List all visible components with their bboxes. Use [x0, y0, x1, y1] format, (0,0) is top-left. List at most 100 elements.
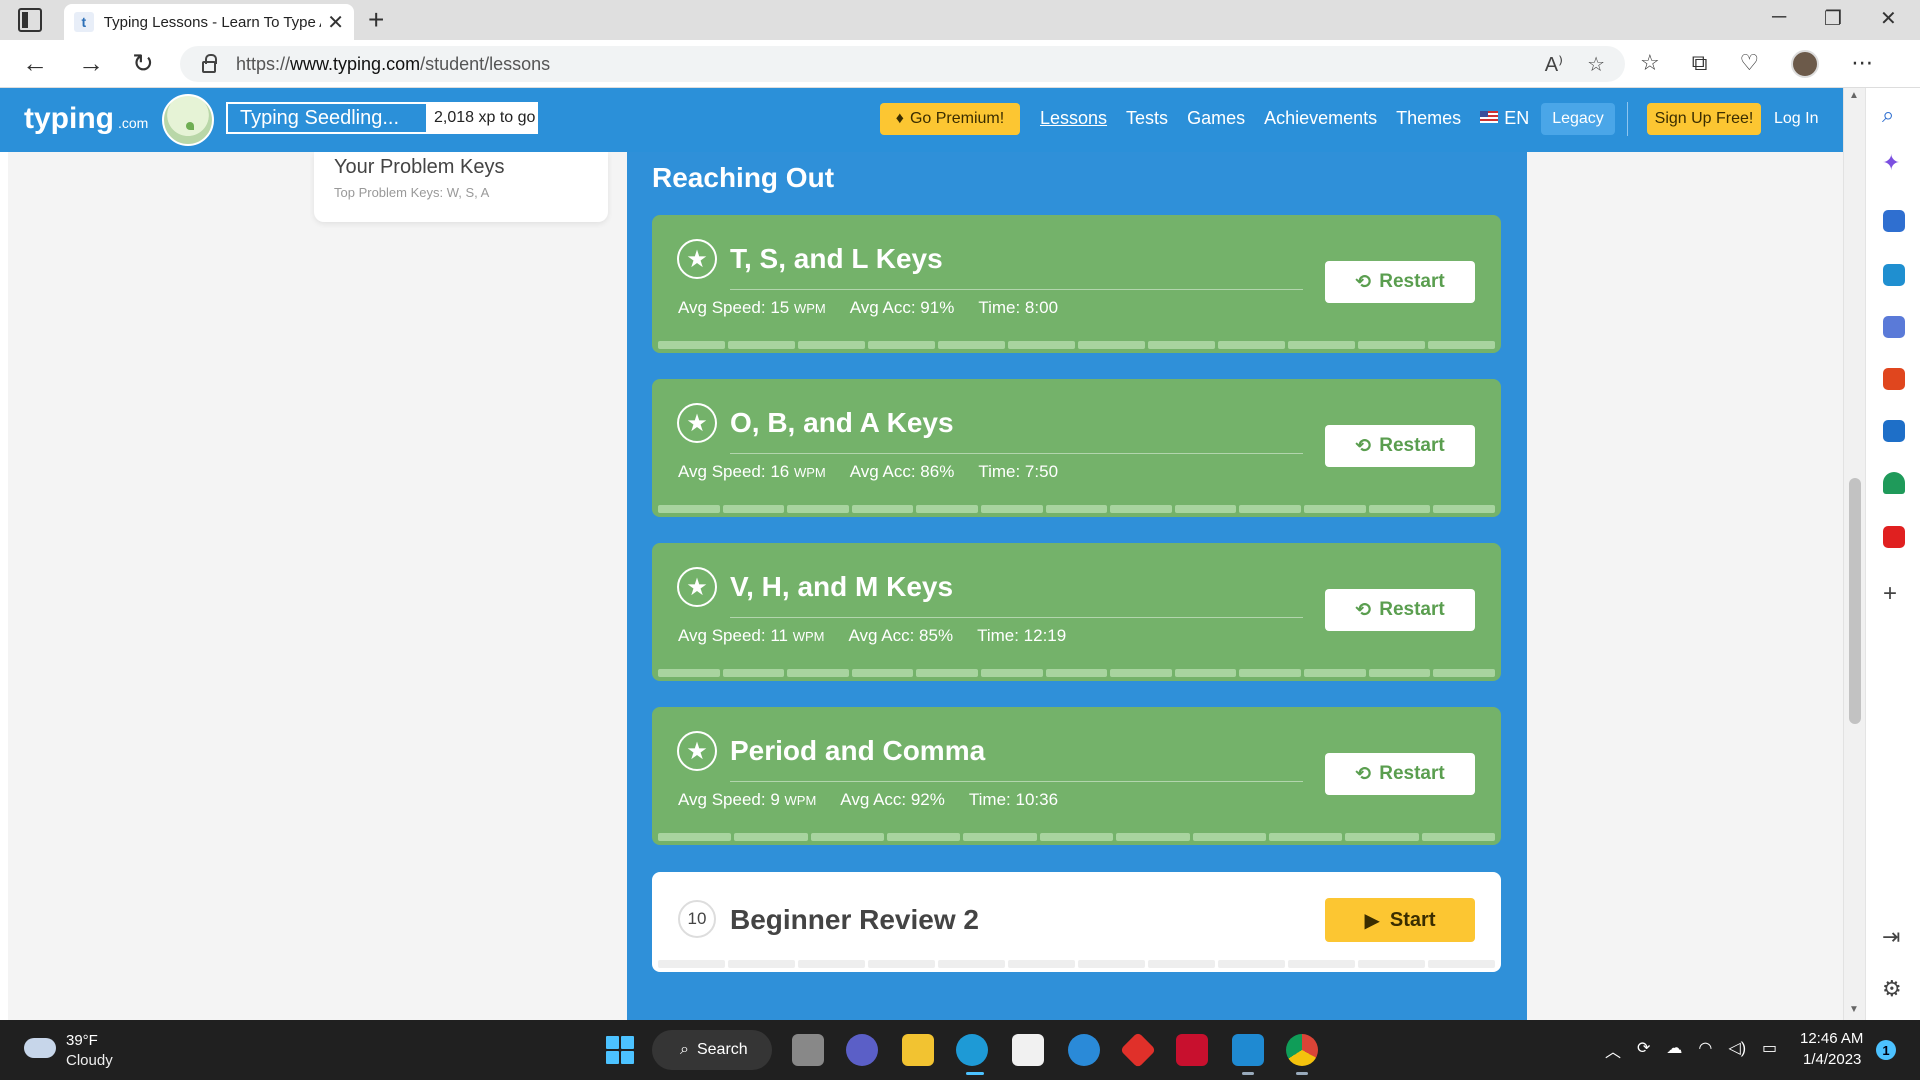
help-icon[interactable]	[1068, 1034, 1100, 1066]
lesson-time: Time: 8:00	[978, 298, 1059, 317]
shopping-icon[interactable]	[1883, 210, 1905, 232]
star-icon: ★	[677, 731, 717, 771]
scroll-thumb[interactable]	[1849, 478, 1861, 724]
task-view-icon[interactable]	[792, 1034, 824, 1066]
office-icon[interactable]	[1883, 368, 1905, 390]
avg-speed: Avg Speed: 15 WPM	[678, 298, 826, 317]
mcafee-icon[interactable]	[1176, 1034, 1208, 1066]
notification-badge[interactable]: 1	[1876, 1040, 1896, 1060]
start-button[interactable]: ▶ Start	[1325, 898, 1475, 942]
sign-up-button[interactable]: Sign Up Free!	[1647, 103, 1761, 135]
nav-language[interactable]: EN	[1480, 108, 1529, 129]
games-icon[interactable]	[1883, 316, 1905, 338]
wifi-icon[interactable]: ◠	[1698, 1038, 1712, 1062]
problem-keys-card[interactable]: Your Problem Keys Top Problem Keys: W, S…	[314, 152, 608, 222]
back-icon[interactable]: ←	[22, 48, 48, 78]
cloud-icon[interactable]	[24, 1038, 56, 1058]
profile-avatar[interactable]	[1791, 50, 1820, 78]
search-icon[interactable]: ⌕	[1882, 102, 1894, 128]
lesson-title: Period and Comma	[730, 735, 986, 766]
typing-logo[interactable]: typing .com	[24, 102, 148, 136]
level-progress[interactable]: Typing Seedling... 2,018 xp to go	[226, 102, 538, 134]
weather-desc[interactable]: Cloudy	[66, 1052, 113, 1069]
browser-tab-bar: t Typing Lessons - Learn To Type A ✕ + ─…	[0, 0, 1920, 40]
nav-achievements[interactable]: Achievements	[1264, 108, 1377, 129]
settings-icon[interactable]: ⚙	[1882, 976, 1902, 1002]
lesson-progress-bar	[658, 505, 1495, 513]
windows-start-icon[interactable]	[606, 1036, 634, 1064]
clock-date[interactable]: 1/4/2023	[1803, 1051, 1861, 1068]
add-favorite-icon[interactable]: ☆	[1587, 52, 1605, 77]
lesson-card[interactable]: ★ O, B, and A Keys Avg Speed: 16 WPM Avg…	[652, 379, 1501, 517]
volume-icon[interactable]: ◁)	[1728, 1038, 1746, 1062]
legacy-button[interactable]: Legacy	[1541, 103, 1615, 135]
lesson-card[interactable]: ★ Period and Comma Avg Speed: 9 WPM Avg …	[652, 707, 1501, 845]
drop-icon[interactable]	[1883, 472, 1905, 494]
clock-time[interactable]: 12:46 AM	[1800, 1030, 1863, 1047]
refresh-icon[interactable]: ↻	[132, 48, 154, 78]
weather-temp[interactable]: 39°F	[66, 1032, 98, 1049]
tab-actions-icon[interactable]	[18, 8, 42, 32]
avg-acc: Avg Acc: 91%	[849, 298, 955, 317]
restart-button[interactable]: ⟲ Restart	[1325, 589, 1475, 631]
nav-tests[interactable]: Tests	[1126, 108, 1168, 129]
nav-lessons[interactable]: Lessons	[1040, 108, 1107, 129]
page-scrollbar[interactable]: ▲ ▼	[1843, 88, 1865, 1020]
edge-icon[interactable]	[956, 1034, 988, 1066]
review-card[interactable]: 10 Beginner Review 2 ▶ Start	[652, 872, 1501, 972]
lesson-card[interactable]: ★ T, S, and L Keys Avg Speed: 15 WPM Avg…	[652, 215, 1501, 353]
chat-icon[interactable]	[846, 1034, 878, 1066]
youtube-icon[interactable]	[1883, 526, 1905, 548]
lesson-card[interactable]: ★ V, H, and M Keys Avg Speed: 11 WPM Avg…	[652, 543, 1501, 681]
battery-icon[interactable]: ▭	[1762, 1038, 1777, 1062]
browser-essentials-icon[interactable]: ♡	[1739, 50, 1759, 78]
new-tab-icon[interactable]: +	[368, 4, 384, 36]
lesson-divider	[730, 453, 1303, 454]
seedling-avatar[interactable]	[162, 94, 214, 146]
outlook-icon[interactable]	[1883, 420, 1905, 442]
star-icon: ★	[677, 239, 717, 279]
site-nav: Lessons Tests Games Achievements Themes …	[1040, 108, 1529, 129]
restart-button[interactable]: ⟲ Restart	[1325, 261, 1475, 303]
chevron-up-icon[interactable]: ︿	[1605, 1038, 1621, 1062]
scroll-up-icon[interactable]: ▲	[1849, 90, 1859, 101]
avg-acc: Avg Acc: 92%	[840, 790, 945, 809]
scroll-down-icon[interactable]: ▼	[1849, 1004, 1859, 1015]
system-tray: ︿ ⟳ ☁ ◠ ◁) ▭	[1605, 1038, 1777, 1062]
left-edge	[0, 152, 8, 1020]
lesson-title: O, B, and A Keys	[730, 407, 954, 438]
minimize-icon[interactable]: ─	[1772, 6, 1786, 29]
read-aloud-icon[interactable]: A⁾	[1545, 52, 1563, 77]
store-icon[interactable]	[1012, 1034, 1044, 1066]
browser-tab[interactable]: t Typing Lessons - Learn To Type A ✕	[64, 4, 354, 40]
site-header: typing .com Typing Seedling... 2,018 xp t…	[0, 88, 1843, 152]
edge-active-indicator	[966, 1072, 984, 1075]
lock-icon[interactable]	[202, 53, 217, 73]
forward-icon[interactable]: →	[78, 48, 104, 78]
address-bar[interactable]: https://www.typing.com/student/lessons A…	[180, 46, 1625, 82]
nav-games[interactable]: Games	[1187, 108, 1245, 129]
onedrive-icon[interactable]: ☁	[1666, 1038, 1682, 1062]
tools-icon[interactable]	[1883, 264, 1905, 286]
go-premium-button[interactable]: ♦ Go Premium!	[880, 103, 1020, 135]
more-menu-icon[interactable]: ⋯	[1851, 50, 1873, 78]
copilot-icon[interactable]: ✦	[1882, 150, 1900, 176]
nav-themes[interactable]: Themes	[1396, 108, 1461, 129]
sidebar-toggle-icon[interactable]: ⇥	[1882, 924, 1900, 950]
restart-button[interactable]: ⟲ Restart	[1325, 753, 1475, 795]
file-explorer-icon[interactable]	[902, 1034, 934, 1066]
taskbar-search[interactable]: ⌕ Search	[652, 1030, 772, 1070]
favorites-icon[interactable]: ☆	[1640, 50, 1660, 78]
vscode-icon[interactable]	[1232, 1034, 1264, 1066]
sync-icon[interactable]: ⟳	[1637, 1038, 1650, 1062]
chrome-icon[interactable]	[1286, 1034, 1318, 1066]
restore-icon[interactable]: ❐	[1824, 6, 1842, 31]
restart-button[interactable]: ⟲ Restart	[1325, 425, 1475, 467]
app-diamond-icon[interactable]	[1119, 1031, 1157, 1069]
add-icon[interactable]: +	[1883, 580, 1897, 608]
close-window-icon[interactable]: ✕	[1880, 6, 1897, 31]
level-name: Typing Seedling...	[240, 107, 399, 129]
collections-icon[interactable]: ⧉	[1692, 50, 1708, 78]
log-in-link[interactable]: Log In	[1774, 110, 1818, 128]
close-tab-icon[interactable]: ✕	[327, 10, 344, 35]
